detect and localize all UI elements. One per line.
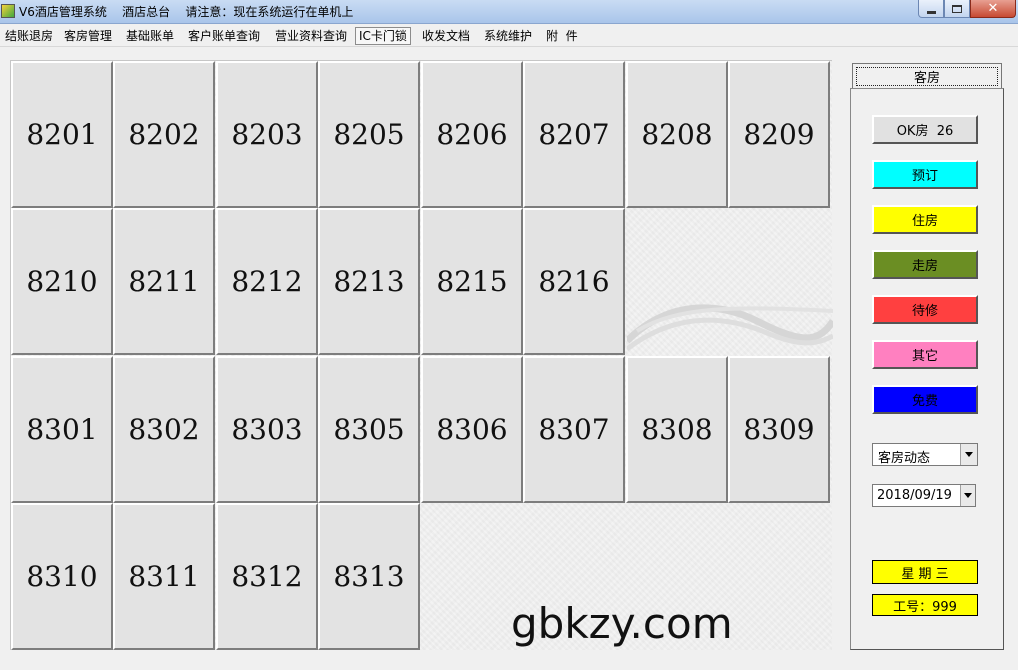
room-tile[interactable]: 8202	[113, 61, 215, 208]
room-tile[interactable]: 8212	[216, 208, 318, 355]
room-number: 8309	[743, 413, 815, 446]
room-number: 8308	[641, 413, 713, 446]
room-number: 8202	[128, 118, 200, 151]
room-tile[interactable]: 8209	[728, 61, 830, 208]
room-number: 8205	[333, 118, 405, 151]
room-number: 8207	[538, 118, 610, 151]
menu-customer-bill-query[interactable]: 客户账单查询	[185, 27, 263, 45]
ok-rooms-button[interactable]: OK房 26	[872, 115, 978, 144]
room-panel: 8201 8202 8203 8205 8206 8207 8208 8209 …	[10, 60, 833, 651]
room-number: 8310	[26, 560, 98, 593]
room-tile[interactable]: 8201	[11, 61, 113, 208]
room-number: 8305	[333, 413, 405, 446]
room-tile[interactable]: 8206	[421, 61, 523, 208]
app-icon	[1, 4, 15, 18]
chevron-down-icon	[965, 452, 973, 457]
room-number: 8302	[128, 413, 200, 446]
room-number: 8206	[436, 118, 508, 151]
room-number: 8203	[231, 118, 303, 151]
room-tile[interactable]: 8205	[318, 61, 420, 208]
room-tile[interactable]: 8312	[216, 503, 318, 650]
room-tile[interactable]: 8210	[11, 208, 113, 355]
close-icon: ✕	[987, 1, 999, 16]
date-picker[interactable]: 2018/09/19	[872, 484, 976, 507]
room-number: 8201	[26, 118, 98, 151]
room-tile[interactable]: 8215	[421, 208, 523, 355]
room-tile[interactable]: 8306	[421, 356, 523, 503]
room-tile[interactable]: 8213	[318, 208, 420, 355]
room-tile[interactable]: 8308	[626, 356, 728, 503]
room-number: 8211	[128, 265, 200, 298]
minimize-icon	[926, 10, 936, 14]
room-tile[interactable]: 8203	[216, 61, 318, 208]
dropdown-button[interactable]	[960, 444, 977, 465]
room-number: 8215	[436, 265, 508, 298]
room-tile[interactable]: 8207	[523, 61, 625, 208]
menu-business-data-query[interactable]: 营业资料查询	[272, 27, 350, 45]
room-number: 8313	[333, 560, 405, 593]
weekday-display: 星 期 三	[872, 560, 978, 584]
room-number: 8212	[231, 265, 303, 298]
room-tile[interactable]: 8311	[113, 503, 215, 650]
watermark-text: gbkzy.com	[511, 599, 733, 648]
room-number: 8208	[641, 118, 713, 151]
room-grid: 8201 8202 8203 8205 8206 8207 8208 8209 …	[11, 61, 833, 651]
focus-rectangle	[856, 67, 998, 86]
room-tile[interactable]: 8310	[11, 503, 113, 650]
room-number: 8307	[538, 413, 610, 446]
room-number: 8311	[128, 560, 200, 593]
window-title: V6酒店管理系统 酒店总台 请注意：现在系统运行在单机上	[19, 5, 354, 19]
menu-documents[interactable]: 收发文档	[419, 27, 473, 45]
minimize-button[interactable]	[918, 0, 944, 18]
free-status-button[interactable]: 免费	[872, 385, 978, 414]
room-number: 8312	[231, 560, 303, 593]
room-number: 8306	[436, 413, 508, 446]
menu-basic-bill[interactable]: 基础账单	[123, 27, 177, 45]
other-status-button[interactable]: 其它	[872, 340, 978, 369]
room-tile[interactable]: 8211	[113, 208, 215, 355]
room-number: 8213	[333, 265, 405, 298]
occupied-status-button[interactable]: 住房	[872, 205, 978, 234]
room-tile[interactable]: 8303	[216, 356, 318, 503]
room-tile[interactable]: 8301	[11, 356, 113, 503]
maximize-icon	[952, 4, 962, 13]
room-number: 8301	[26, 413, 98, 446]
date-value: 2018/09/19	[877, 488, 952, 503]
checkout-status-button[interactable]: 走房	[872, 250, 978, 279]
reserved-status-button[interactable]: 预订	[872, 160, 978, 189]
date-dropdown-button[interactable]	[960, 485, 975, 506]
room-number: 8210	[26, 265, 98, 298]
employee-id-display: 工号：999	[872, 594, 978, 616]
room-tile[interactable]: 8309	[728, 356, 830, 503]
room-tile[interactable]: 8302	[113, 356, 215, 503]
menu-system-maintenance[interactable]: 系统维护	[481, 27, 535, 45]
menu-bar: 结账退房 客房管理 基础账单 客户账单查询 营业资料查询 IC卡门锁 收发文档 …	[0, 25, 1018, 47]
view-mode-select[interactable]: 客房动态	[872, 443, 978, 466]
view-mode-value: 客房动态	[878, 451, 931, 466]
room-tile[interactable]: 8216	[523, 208, 625, 355]
title-bar: V6酒店管理系统 酒店总台 请注意：现在系统运行在单机上 ✕	[0, 0, 1018, 24]
room-number: 8303	[231, 413, 303, 446]
close-button[interactable]: ✕	[970, 0, 1016, 18]
room-tile[interactable]: 8208	[626, 61, 728, 208]
menu-room-management[interactable]: 客房管理	[61, 27, 115, 45]
maximize-button[interactable]	[944, 0, 970, 18]
tab-rooms[interactable]: 客房	[852, 63, 1002, 88]
chevron-down-icon	[964, 493, 972, 498]
room-number: 8216	[538, 265, 610, 298]
menu-checkout[interactable]: 结账退房	[2, 27, 56, 45]
menu-attachments[interactable]: 附 件	[543, 27, 581, 45]
room-tile[interactable]: 8313	[318, 503, 420, 650]
menu-ic-card-lock[interactable]: IC卡门锁	[355, 27, 411, 45]
room-tile[interactable]: 8305	[318, 356, 420, 503]
room-number: 8209	[743, 118, 815, 151]
room-tile[interactable]: 8307	[523, 356, 625, 503]
maintenance-status-button[interactable]: 待修	[872, 295, 978, 324]
